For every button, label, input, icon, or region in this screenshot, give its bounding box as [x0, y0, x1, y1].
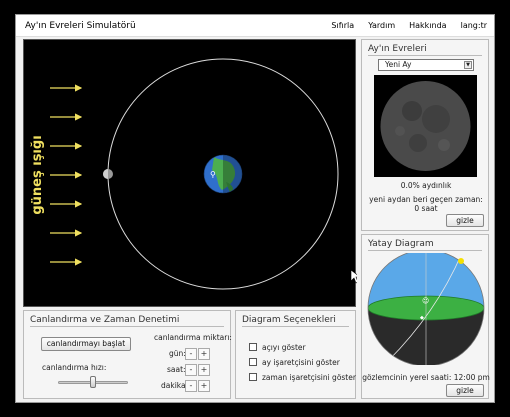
sunlight-label: güneş ışığı	[30, 135, 45, 214]
show-angle-checkbox[interactable]	[249, 343, 257, 351]
day-minus-button[interactable]: -	[185, 348, 197, 360]
hour-label: saat:	[167, 365, 186, 374]
horizon-sphere[interactable]: ☺ ◆	[366, 253, 486, 365]
earth[interactable]: ⚲	[203, 152, 245, 196]
diagram-options-title: Diagram Seçenekleri	[242, 315, 336, 325]
show-moon-marker-label: ay işaretçisini göster	[262, 358, 340, 367]
hour-minus-button[interactable]: -	[185, 364, 197, 376]
hide-horizon-button[interactable]: gizle	[446, 384, 484, 397]
moon-phases-panel: Ay'ın Evreleri Yeni Ay ▼ 0.0% aydınlık y…	[361, 39, 489, 231]
app-window: Ay'ın Evreleri Simulatörü Sıfırla Yardım…	[15, 14, 495, 403]
about-menu-item[interactable]: Hakkında	[409, 21, 446, 30]
title-bar: Ay'ın Evreleri Simulatörü Sıfırla Yardım…	[16, 15, 494, 37]
animation-control-panel: Canlandırma ve Zaman Denetimi canlandırm…	[23, 310, 232, 399]
diagram-options-panel: Diagram Seçenekleri açıyı göster ay işar…	[235, 310, 356, 399]
illumination-text: 0.0% aydınlık	[400, 181, 452, 190]
mouse-cursor-icon	[350, 269, 357, 284]
sunlight-arrows	[50, 84, 83, 266]
start-animation-button[interactable]: canlandırmayı başlat	[41, 337, 131, 351]
observer-marker[interactable]: ⚲	[210, 170, 216, 179]
day-plus-button[interactable]: +	[198, 348, 210, 360]
help-menu-item[interactable]: Yardım	[368, 21, 395, 30]
show-time-marker-label: zaman işaretçisini göster	[262, 373, 356, 382]
animation-control-title: Canlandırma ve Zaman Denetimi	[30, 315, 180, 325]
animation-speed-thumb[interactable]	[90, 376, 96, 388]
app-title: Ay'ın Evreleri Simulatörü	[25, 21, 136, 31]
moon[interactable]	[103, 169, 113, 179]
moon-phase-image	[374, 75, 477, 177]
horizon-diagram-title: Yatay Diagram	[368, 239, 434, 249]
show-angle-label: açıyı göster	[262, 343, 306, 352]
orbit-view[interactable]: güneş ışığı ⚲	[23, 39, 357, 307]
animation-speed-label: canlandırma hızı:	[42, 363, 107, 372]
minute-plus-button[interactable]: +	[198, 380, 210, 392]
show-time-marker-checkbox[interactable]	[249, 373, 257, 381]
hide-phases-button[interactable]: gizle	[446, 214, 484, 227]
minute-minus-button[interactable]: -	[185, 380, 197, 392]
elapsed-value: 0 saat	[414, 204, 438, 213]
phase-select-value: Yeni Ay	[385, 60, 412, 69]
observer-figure-icon: ☺	[422, 297, 429, 305]
elapsed-label: yeni aydan beri geçen zaman:	[369, 195, 483, 204]
phase-select[interactable]: Yeni Ay ▼	[378, 59, 474, 71]
show-moon-marker-checkbox[interactable]	[249, 358, 257, 366]
moon-phases-title: Ay'ın Evreleri	[368, 44, 427, 54]
observer-time-text: gözlemcinin yerel saati: 12:00 pm	[362, 373, 490, 382]
orbit-canvas: güneş ışığı ⚲	[30, 58, 357, 290]
top-menu: Sıfırla Yardım Hakkında lang:tr	[331, 21, 487, 30]
chevron-down-icon: ▼	[464, 61, 472, 69]
language-menu-item[interactable]: lang:tr	[461, 21, 487, 30]
sun-marker	[458, 258, 464, 264]
animation-amount-label: canlandırma miktarı:	[154, 333, 232, 342]
horizon-diagram-panel: Yatay Diagram ☺ ◆ gözlemcinin yerel saat…	[361, 234, 490, 399]
day-label: gün:	[169, 349, 186, 358]
reset-menu-item[interactable]: Sıfırla	[331, 21, 354, 30]
compass-marker-icon: ◆	[420, 315, 424, 321]
hour-plus-button[interactable]: +	[198, 364, 210, 376]
